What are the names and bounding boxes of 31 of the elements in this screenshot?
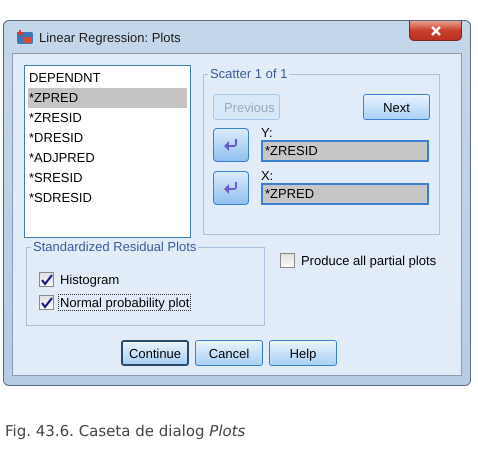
dialog-button[interactable]: Help [269, 340, 337, 366]
window-title: Linear Regression: Plots [39, 30, 181, 44]
move-button[interactable] [213, 128, 249, 162]
close-button[interactable] [409, 21, 462, 41]
variable-list[interactable]: DEPENDNT *ZPRED *ZRESID *DRESID *ADJPRED *SRESID *SDRESID [24, 65, 191, 238]
dialog-button[interactable]: Continue [121, 340, 189, 366]
next-button[interactable]: Next [363, 94, 430, 120]
arrow-icon [223, 181, 239, 195]
axis-field[interactable]: *ZRESID [261, 140, 429, 162]
axis-field[interactable]: *ZPRED [261, 183, 429, 205]
axis-label: X: [261, 168, 274, 183]
variable-item[interactable]: *ADJPRED [28, 148, 187, 168]
checkbox-label[interactable]: Normal probability plot [58, 294, 192, 311]
variable-item[interactable]: DEPENDNT [28, 68, 187, 88]
checkbox[interactable] [280, 253, 295, 268]
variable-item[interactable]: *DRESID [28, 128, 187, 148]
variable-item[interactable]: *SDRESID [28, 188, 187, 208]
figure-caption: Fig. 43.6. Caseta de dialog Plots [5, 422, 246, 440]
arrow-icon [223, 138, 239, 152]
axis-label: Y: [261, 125, 274, 140]
dialog-button[interactable]: Cancel [195, 340, 263, 366]
move-button[interactable] [213, 171, 249, 205]
variable-item[interactable]: *ZRESID [28, 108, 187, 128]
app-icon [16, 29, 34, 45]
variable-item[interactable]: *ZPRED [28, 88, 187, 108]
checkbox-label[interactable]: Produce all partial plots [299, 252, 438, 269]
checkbox[interactable] [39, 272, 54, 287]
checkbox-label[interactable]: Histogram [58, 271, 122, 288]
checkbox[interactable] [39, 295, 54, 310]
close-icon [430, 26, 442, 36]
variable-item[interactable]: *SRESID [28, 168, 187, 188]
